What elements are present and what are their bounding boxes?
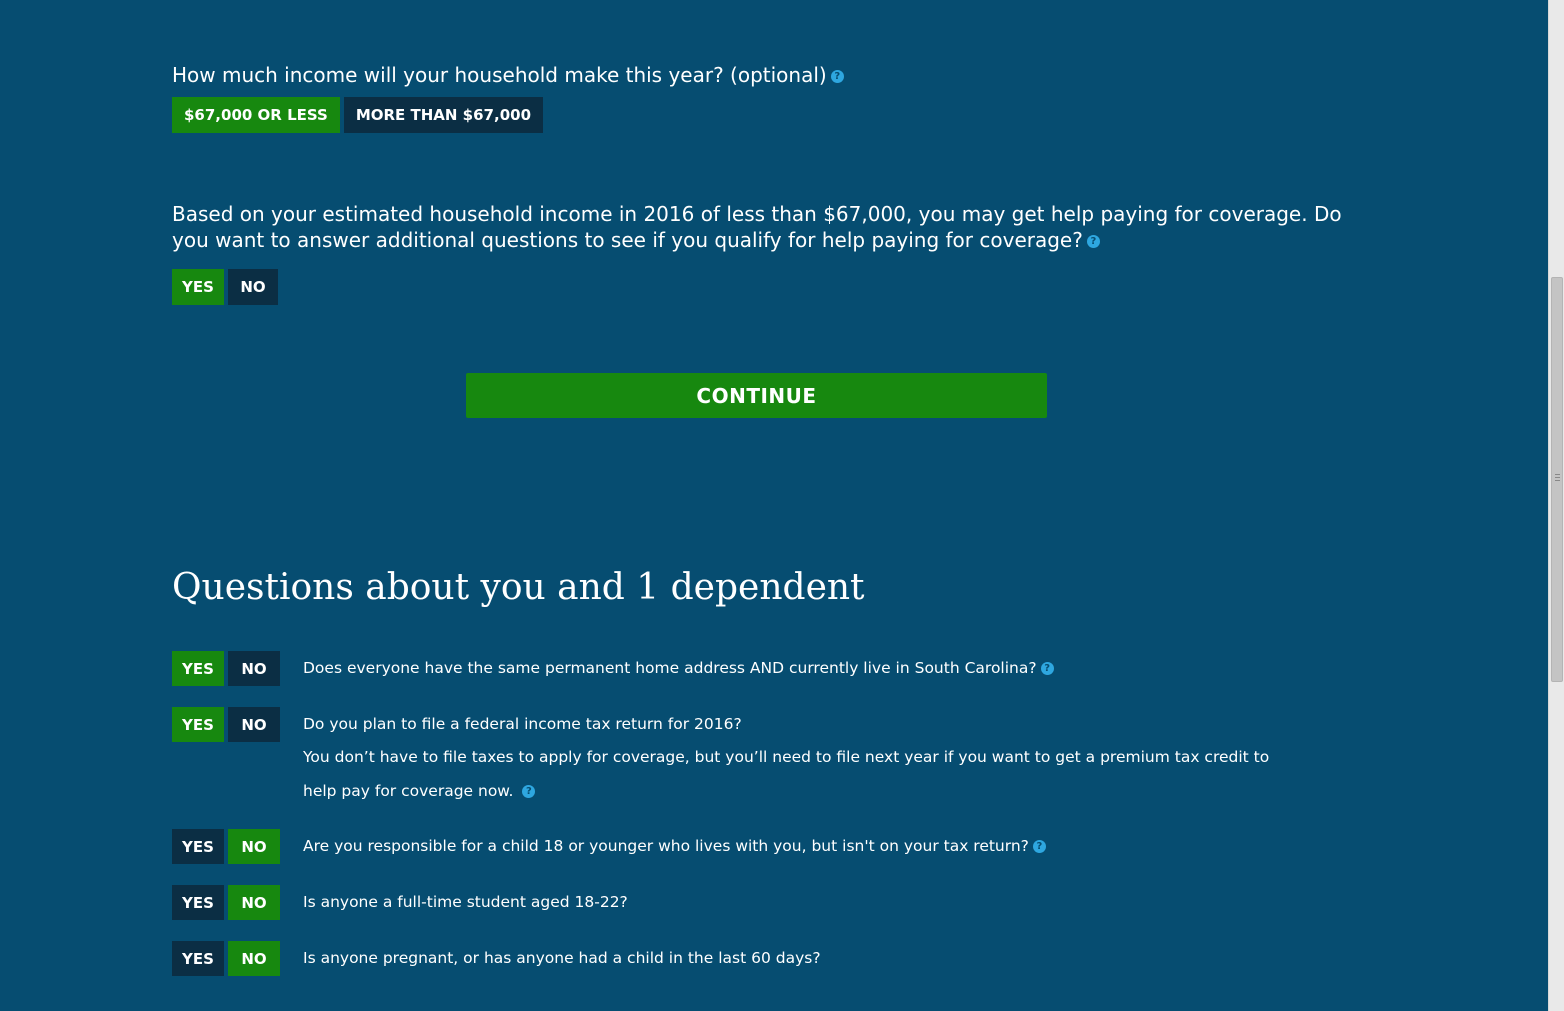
question-label: Are you responsible for a child 18 or yo… bbox=[303, 837, 1029, 855]
help-paying-question: Based on your estimated household income… bbox=[172, 201, 1362, 253]
question-text: Is anyone pregnant, or has anyone had a … bbox=[303, 948, 1283, 968]
yes-no-toggle: YES NO bbox=[172, 829, 280, 864]
help-icon[interactable]: ? bbox=[1040, 662, 1054, 675]
yes-button[interactable]: YES bbox=[172, 941, 224, 976]
scrollbar-grip-icon bbox=[1555, 474, 1560, 481]
no-button[interactable]: NO bbox=[228, 829, 280, 864]
yes-no-toggle: YES NO bbox=[172, 651, 280, 686]
help-icon[interactable]: ? bbox=[522, 785, 536, 798]
continue-button[interactable]: CONTINUE bbox=[466, 373, 1047, 418]
no-button[interactable]: NO bbox=[228, 707, 280, 742]
no-button[interactable]: NO bbox=[228, 941, 280, 976]
question-subtext-label: You don’t have to file taxes to apply fo… bbox=[303, 748, 1270, 800]
question-label: Do you plan to file a federal income tax… bbox=[303, 715, 742, 733]
yes-no-toggle: YES NO bbox=[172, 941, 280, 976]
question-label: Is anyone pregnant, or has anyone had a … bbox=[303, 949, 821, 967]
question-label: Is anyone a full-time student aged 18-22… bbox=[303, 893, 628, 911]
income-more-than-67000-button[interactable]: MORE THAN $67,000 bbox=[343, 97, 544, 133]
question-label: Does everyone have the same permanent ho… bbox=[303, 659, 1037, 677]
vertical-scrollbar[interactable] bbox=[1548, 0, 1564, 1011]
question-text: Does everyone have the same permanent ho… bbox=[303, 658, 1283, 678]
yes-no-toggle: YES NO bbox=[172, 885, 280, 920]
question-text: Are you responsible for a child 18 or yo… bbox=[303, 836, 1283, 856]
help-paying-options: YES NO bbox=[172, 269, 278, 305]
yes-button[interactable]: YES bbox=[172, 829, 224, 864]
yes-button[interactable]: YES bbox=[172, 707, 224, 742]
help-icon[interactable]: ? bbox=[830, 70, 844, 83]
scrollbar-thumb[interactable] bbox=[1551, 277, 1563, 682]
help-icon[interactable]: ? bbox=[1032, 840, 1046, 853]
question-text: Is anyone a full-time student aged 18-22… bbox=[303, 892, 1283, 912]
help-paying-question-text: Based on your estimated household income… bbox=[172, 202, 1342, 252]
help-icon[interactable]: ? bbox=[1086, 235, 1100, 248]
yes-no-toggle: YES NO bbox=[172, 707, 280, 742]
income-question: How much income will your household make… bbox=[172, 62, 844, 88]
help-paying-yes-button[interactable]: YES bbox=[172, 269, 224, 305]
yes-button[interactable]: YES bbox=[172, 885, 224, 920]
income-question-text: How much income will your household make… bbox=[172, 63, 827, 87]
section-title: Questions about you and 1 dependent bbox=[172, 567, 865, 608]
question-subtext: You don’t have to file taxes to apply fo… bbox=[303, 740, 1283, 808]
question-text: Do you plan to file a federal income tax… bbox=[303, 714, 1283, 808]
no-button[interactable]: NO bbox=[228, 651, 280, 686]
income-67000-or-less-button[interactable]: $67,000 OR LESS bbox=[172, 97, 340, 133]
yes-button[interactable]: YES bbox=[172, 651, 224, 686]
help-paying-no-button[interactable]: NO bbox=[228, 269, 278, 305]
no-button[interactable]: NO bbox=[228, 885, 280, 920]
income-options: $67,000 OR LESS MORE THAN $67,000 bbox=[172, 97, 544, 133]
